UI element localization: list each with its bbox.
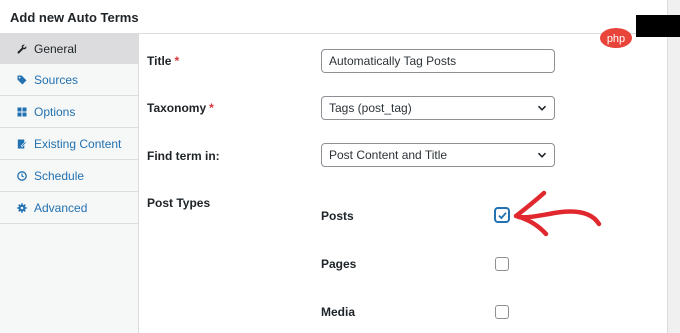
tag-icon <box>17 75 27 85</box>
sidebar-item-label: Options <box>34 104 76 119</box>
sidebar-item-label: Schedule <box>34 168 85 183</box>
wrench-icon <box>17 44 27 54</box>
chevron-down-icon <box>537 152 547 158</box>
sidebar-item-label: Advanced <box>34 200 88 215</box>
taxonomy-label-text: Taxonomy <box>147 101 207 115</box>
taxonomy-label: Taxonomy * <box>147 101 214 115</box>
post-type-checkbox-pages[interactable] <box>495 257 509 271</box>
title-input[interactable] <box>321 49 555 73</box>
sidebar-item-sources[interactable]: Sources <box>0 64 138 96</box>
post-type-label-posts: Posts <box>321 209 354 223</box>
find-term-select-value: Post Content and Title <box>329 148 448 162</box>
find-term-select[interactable]: Post Content and Title <box>321 143 555 167</box>
required-marker: * <box>174 54 180 68</box>
panel-title: Add new Auto Terms <box>0 0 668 34</box>
document-edit-icon <box>17 139 27 149</box>
php-logo: php <box>600 28 632 48</box>
taxonomy-select-value: Tags (post_tag) <box>329 101 412 115</box>
general-settings-form: Title* Taxonomy* Tags (post_tag) Find te… <box>139 34 668 333</box>
taxonomy-select[interactable]: Tags (post_tag) <box>321 96 555 120</box>
title-label: Title * <box>147 54 179 68</box>
post-type-label-pages: Pages <box>321 257 357 271</box>
sidebar-item-label: Sources <box>34 72 79 87</box>
sidebar-item-label: Existing Content <box>34 136 122 151</box>
sidebar-item-label: General <box>34 41 77 56</box>
sidebar-item-options[interactable]: Options <box>0 96 138 128</box>
post-types-label: Post Types <box>147 196 211 210</box>
auto-terms-panel: Add new Auto Terms General Sources Optio… <box>0 0 668 333</box>
find-term-label: Find term in: <box>147 149 220 163</box>
chevron-down-icon <box>537 105 547 111</box>
title-label-text: Title <box>147 54 172 68</box>
clock-icon <box>17 170 27 181</box>
sidebar: General Sources Options Existing Content… <box>0 34 139 333</box>
black-tab <box>636 15 680 37</box>
php-logo-text: php <box>607 33 625 45</box>
sidebar-item-general[interactable]: General <box>0 34 138 64</box>
sidebar-item-schedule[interactable]: Schedule <box>0 160 138 192</box>
sidebar-item-existing-content[interactable]: Existing Content <box>0 128 138 160</box>
sidebar-item-advanced[interactable]: Advanced <box>0 192 138 224</box>
post-type-checkbox-media[interactable] <box>495 305 509 319</box>
post-type-label-media: Media <box>321 305 356 319</box>
grid-icon <box>17 107 27 117</box>
gear-icon <box>17 202 27 213</box>
required-marker: * <box>209 101 214 115</box>
red-arrow-annotation <box>513 190 602 237</box>
